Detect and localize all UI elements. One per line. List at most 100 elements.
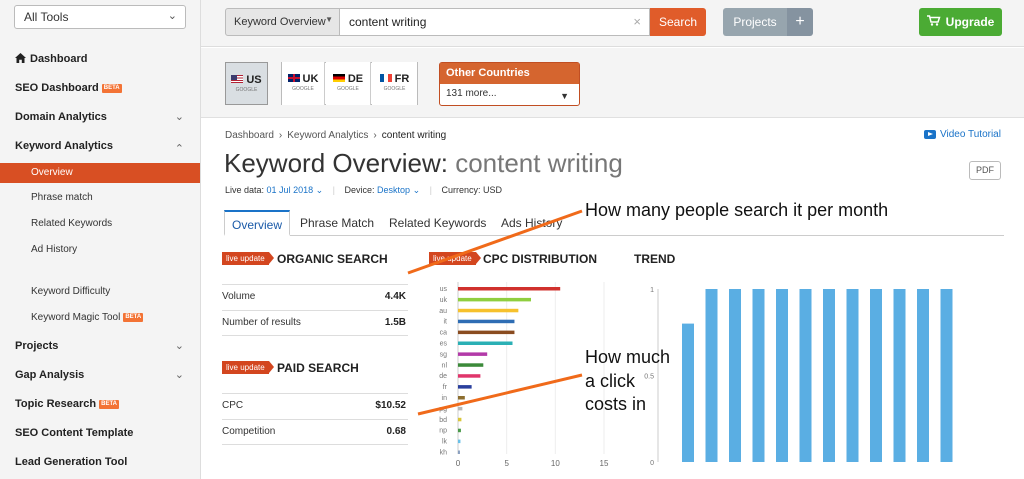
projects-button[interactable]: Projects [723,8,787,36]
row-value: 4.4K [384,291,406,302]
trend-chart: 10.50 [644,287,953,467]
de-flag-icon [332,74,345,83]
breadcrumb-current: content writing [381,130,447,141]
sidebar-item-keyword-analytics[interactable]: Keyword Analytics ⌃ [0,135,200,157]
sidebar-item-domain-analytics[interactable]: Domain Analytics ⌄ [0,106,200,128]
tools-select-value: All Tools [24,10,69,24]
database-code: US [226,74,267,86]
page-title: Keyword Overview: content writing [224,148,623,179]
other-countries-select[interactable]: Other Countries 131 more... ▼ [439,62,580,106]
live-date-select[interactable]: 01 Jul 2018 ⌄ [267,185,324,195]
database-us[interactable]: US GOOGLE [225,62,268,105]
sidebar-subitem-related-keywords[interactable]: Related Keywords [0,214,200,234]
cpc-bar [458,396,465,400]
search-button[interactable]: Search [650,8,706,36]
video-tutorial-link[interactable]: Video Tutorial [924,129,1001,140]
database-code: UK [282,73,324,85]
upgrade-button[interactable]: Upgrade [919,8,1002,36]
row-label: CPC [222,400,244,411]
sidebar-item-seo-dashboard[interactable]: SEO Dashboard BETA [0,77,200,99]
cpc-x-tick-label: 0 [456,459,461,468]
trend-bar [705,289,718,462]
fr-flag-icon [379,74,392,83]
currency-label: Currency: USD [441,185,503,195]
database-uk[interactable]: UK GOOGLE [282,62,325,105]
divider: | [332,185,335,195]
live-data-label: Live data: [225,185,265,195]
breadcrumb-dashboard[interactable]: Dashboard [225,130,274,141]
device-select[interactable]: Desktop ⌄ [377,185,420,195]
upgrade-label: Upgrade [945,15,995,29]
trend-bar [846,289,859,462]
breadcrumb: Dashboard › Keyword Analytics › content writ… [225,130,446,141]
tools-select[interactable]: All Tools ⌄ [14,5,186,29]
sidebar-item-label: SEO Dashboard [15,82,99,94]
cpc-category-label: de [439,373,447,380]
tab-ads-history[interactable]: Ads History [494,210,569,236]
trend-bar [893,289,906,462]
sidebar-subitem-phrase-match[interactable]: Phrase match [0,188,200,208]
cpc-category-label: bd [439,417,447,424]
annotation-click-cost-line1: How much [585,347,671,367]
database-engine: GOOGLE [337,86,359,92]
row-value: 1.5B [384,317,406,328]
database-de[interactable]: DE GOOGLE [326,62,371,105]
row-label: Number of results [222,317,301,328]
cpc-category-label: in [442,395,448,402]
cpc-category-label: ca [440,330,448,337]
trend-bar [682,323,694,462]
cpc-x-tick-label: 10 [551,459,560,468]
trend-title: TREND [634,252,676,266]
sidebar-item-label: Lead Generation Tool [15,456,128,468]
cpc-bar [458,352,488,356]
trend-bar [940,289,953,462]
chevron-up-icon: ⌃ [174,143,184,155]
sidebar-item-label: Projects [15,340,59,352]
sidebar-item-label: Gap Analysis [15,369,85,381]
sidebar-subitem-label: Overview [31,167,73,178]
sidebar-item-dashboard[interactable]: Dashboard [0,48,200,70]
clear-icon[interactable]: × [633,14,641,29]
sidebar-item-gap-analysis[interactable]: Gap Analysis ⌄ [0,364,200,386]
cpc-bar [458,287,561,291]
cpc-x-tick-label: 5 [504,459,509,468]
sidebar-subitem-keyword-magic-tool[interactable]: Keyword Magic Tool BETA [0,308,200,328]
pdf-button[interactable]: PDF [969,161,1001,180]
sidebar-item-projects[interactable]: Projects ⌄ [0,335,200,357]
report-type-select[interactable]: Keyword Overview ▼ [225,8,340,36]
database-fr[interactable]: FR GOOGLE [372,62,417,105]
tab-phrase-match[interactable]: Phrase Match [293,210,381,236]
row-label: Volume [222,291,256,302]
annotation-click-cost-line2: a click [585,371,636,391]
sidebar-item-seo-content-template[interactable]: SEO Content Template [0,422,200,444]
uk-flag-icon [287,74,300,83]
sidebar-item-lead-generation-tool[interactable]: Lead Generation Tool [0,451,200,473]
other-countries-title: Other Countries [440,63,579,84]
other-countries-value: 131 more... [446,88,497,99]
chevron-down-icon: ⌄ [167,10,177,22]
cpc-bar [458,308,519,313]
live-update-badge: live update [222,252,274,265]
cart-icon [926,9,941,37]
add-project-button[interactable]: + [787,8,813,36]
tab-overview[interactable]: Overview [224,210,291,236]
organic-row-results: Number of results 1.5B [222,310,408,336]
sidebar-item-topic-research[interactable]: Topic Research BETA [0,393,200,415]
breadcrumb-keyword-analytics[interactable]: Keyword Analytics [287,130,368,141]
search-input[interactable]: content writing × [340,8,650,36]
trend-bar [870,289,882,462]
us-flag-icon [231,75,244,84]
cpc-category-label: nl [442,362,448,369]
tab-related-keywords[interactable]: Related Keywords [382,210,493,236]
database-engine: GOOGLE [292,86,314,92]
chevron-down-icon: ⌄ [174,340,184,352]
sidebar: All Tools ⌄ Dashboard SEO Dashboard BETA … [0,0,201,479]
sidebar-item-label: SEO Content Template [15,427,134,439]
cpc-category-label: lk [442,439,448,446]
sidebar-subitem-overview[interactable]: Overview [0,163,200,183]
sidebar-subitem-ad-history[interactable]: Ad History [0,240,200,260]
sidebar-subitem-keyword-difficulty[interactable]: Keyword Difficulty [0,282,200,302]
home-icon [15,48,27,70]
trend-bar [776,289,788,462]
report-meta: Live data: 01 Jul 2018 ⌄ | Device: Deskt… [225,185,502,196]
